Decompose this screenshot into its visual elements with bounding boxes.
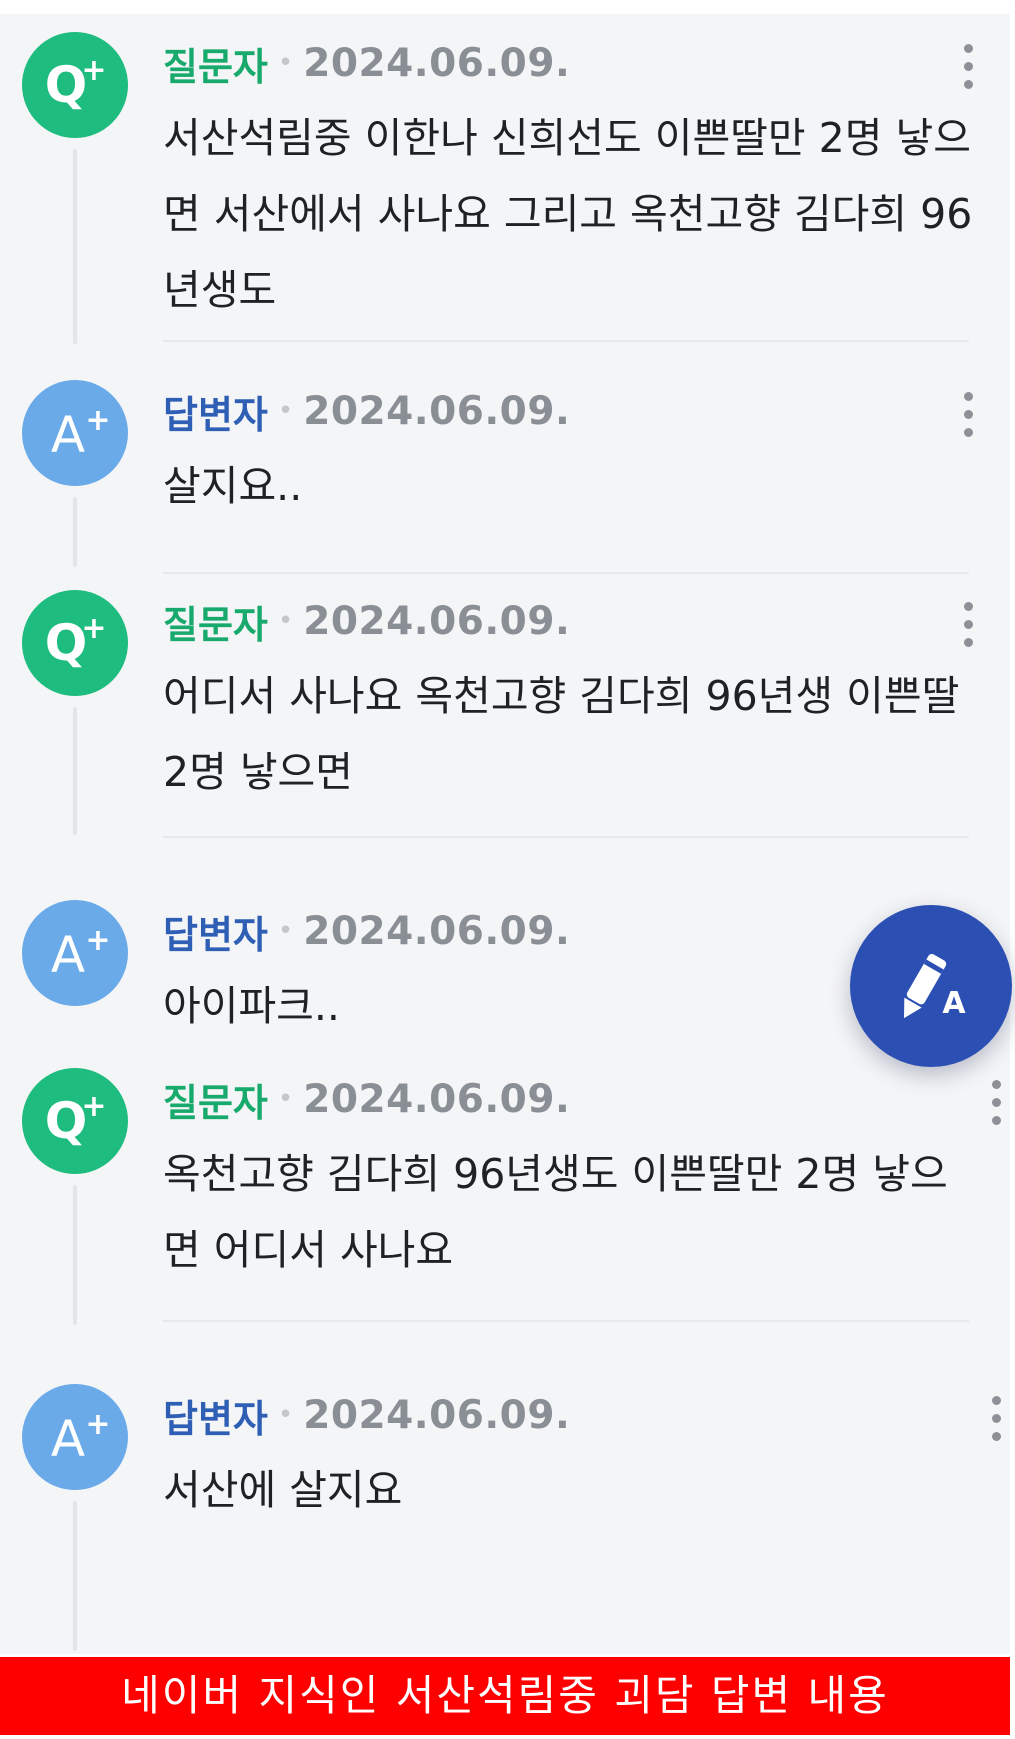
thread-line — [73, 1185, 77, 1325]
separator-dot: • — [277, 1084, 294, 1114]
author-role: 질문자 — [163, 44, 268, 89]
divider — [163, 572, 969, 574]
svg-text:+: + — [81, 611, 106, 646]
divider — [163, 1320, 969, 1322]
thread-line — [73, 707, 77, 835]
divider — [163, 836, 969, 838]
comment-date: 2024.06.09. — [303, 598, 571, 644]
answer-avatar: A + — [22, 380, 128, 486]
answer-plus-icon: A + — [51, 923, 111, 984]
comment-meta: 답변자 • 2024.06.09. — [163, 1390, 571, 1441]
more-vertical-icon[interactable] — [962, 44, 974, 89]
comment-text: 어디서 사나요 옥천고향 김다희 96년생 이쁜딸 2명 낳으면 — [163, 672, 960, 796]
svg-text:A: A — [942, 986, 966, 1021]
question-plus-icon: Q + — [45, 53, 107, 114]
svg-text:A: A — [51, 406, 85, 464]
divider — [163, 340, 969, 342]
answer-plus-icon: A + — [51, 403, 111, 464]
question-avatar: Q + — [22, 590, 128, 696]
author-role: 답변자 — [163, 392, 268, 437]
comment-meta: 질문자 • 2024.06.09. — [163, 596, 571, 647]
separator-dot: • — [277, 396, 294, 426]
comment-date: 2024.06.09. — [303, 388, 571, 434]
comment-date: 2024.06.09. — [303, 40, 571, 86]
svg-text:A: A — [51, 1410, 85, 1468]
comment-thread: Q + 질문자 • 2024.06.09. 서산석림중 이한나 신희선도 이쁜딸… — [0, 14, 1010, 1654]
thread-line — [73, 149, 77, 344]
answer-avatar: A + — [22, 900, 128, 1006]
author-role: 질문자 — [163, 1080, 268, 1125]
svg-text:+: + — [81, 1089, 106, 1124]
write-answer-pencil-icon: A — [904, 954, 966, 1021]
comment-date: 2024.06.09. — [303, 1392, 571, 1438]
comment-date: 2024.06.09. — [303, 1076, 571, 1122]
question-avatar: Q + — [22, 32, 128, 138]
comment-date: 2024.06.09. — [303, 908, 571, 954]
more-vertical-icon[interactable] — [962, 392, 974, 437]
comment-meta: 답변자 • 2024.06.09. — [163, 386, 571, 437]
separator-dot: • — [277, 916, 294, 946]
question-plus-icon: Q + — [45, 611, 107, 672]
author-role: 질문자 — [163, 602, 268, 647]
svg-text:+: + — [85, 1407, 110, 1442]
comment-text: 서산석림중 이한나 신희선도 이쁜딸만 2명 낳으면 서산에서 사나요 그리고 … — [163, 114, 973, 314]
separator-dot: • — [277, 48, 294, 78]
thread-line — [73, 1501, 77, 1651]
more-vertical-icon[interactable] — [990, 1396, 1002, 1441]
caption-banner: 네이버 지식인 서산석림중 괴담 답변 내용 — [0, 1657, 1010, 1735]
comment-meta: 답변자 • 2024.06.09. — [163, 906, 571, 957]
thread-line — [73, 497, 77, 567]
svg-text:+: + — [85, 923, 110, 958]
separator-dot: • — [277, 1400, 294, 1430]
comment-meta: 질문자 • 2024.06.09. — [163, 38, 571, 89]
write-answer-button[interactable]: A — [850, 905, 1012, 1067]
question-avatar: Q + — [22, 1068, 128, 1174]
comment-meta: 질문자 • 2024.06.09. — [163, 1074, 571, 1125]
separator-dot: • — [277, 606, 294, 636]
answer-avatar: A + — [22, 1384, 128, 1490]
comment-text: 살지요.. — [163, 462, 303, 510]
more-vertical-icon[interactable] — [962, 602, 974, 647]
svg-text:+: + — [85, 403, 110, 438]
more-vertical-icon[interactable] — [990, 1080, 1002, 1125]
question-plus-icon: Q + — [45, 1089, 107, 1150]
comment-text: 서산에 살지요 — [163, 1466, 403, 1514]
author-role: 답변자 — [163, 1396, 268, 1441]
svg-text:+: + — [81, 53, 106, 88]
answer-plus-icon: A + — [51, 1407, 111, 1468]
svg-text:A: A — [51, 926, 85, 984]
comment-text: 옥천고향 김다희 96년생도 이쁜딸만 2명 낳으면 어디서 사나요 — [163, 1150, 948, 1274]
author-role: 답변자 — [163, 912, 268, 957]
